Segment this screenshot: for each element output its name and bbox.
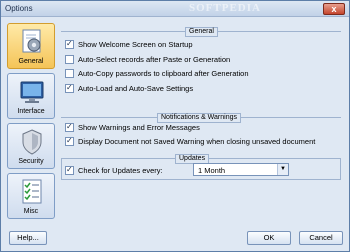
help-button[interactable]: Help...	[9, 231, 47, 245]
sidebar-item-misc[interactable]: Misc	[7, 173, 55, 219]
option-label: Auto-Load and Auto-Save Settings	[78, 84, 194, 93]
checklist-icon	[22, 179, 42, 204]
sidebar-item-label: Misc	[23, 208, 39, 215]
option-label: Auto-Select records after Paste or Gener…	[78, 55, 231, 64]
section-title-general: General	[185, 27, 218, 37]
sidebar-item-label: General	[18, 58, 44, 65]
checkbox[interactable]	[65, 165, 74, 175]
sidebar-item-interface[interactable]: Interface	[7, 73, 55, 119]
checkbox[interactable]	[65, 39, 74, 49]
window-title: Options	[5, 4, 33, 13]
gear-document-icon	[22, 29, 41, 53]
option-label: Show Welcome Screen on Startup	[78, 40, 193, 49]
option-label: Show Warnings and Error Messages	[78, 123, 200, 132]
checkbox[interactable]	[65, 136, 74, 146]
checkbox[interactable]	[65, 83, 74, 93]
option-label: Check for Updates every:	[78, 166, 163, 175]
checkbox[interactable]	[65, 69, 74, 78]
checkbox[interactable]	[65, 122, 74, 132]
cancel-button[interactable]: Cancel	[299, 231, 343, 245]
section-title-notifications: Notifications & Warnings	[157, 113, 241, 123]
sidebar: General Interface Security Misc	[7, 23, 55, 223]
checkbox[interactable]	[65, 55, 74, 64]
ok-button[interactable]: OK	[247, 231, 291, 245]
option-label: Display Document not Saved Warning when …	[78, 137, 316, 146]
sidebar-item-security[interactable]: Security	[7, 123, 55, 169]
options-window: Options SOFTPEDIA x General Interface Se…	[0, 0, 350, 252]
sidebar-item-label: Security	[18, 158, 44, 165]
update-interval-value: 1 Month	[198, 166, 226, 175]
sidebar-item-general[interactable]: General	[7, 23, 55, 69]
close-button[interactable]: x	[323, 3, 345, 15]
title-bar[interactable]: Options SOFTPEDIA x	[1, 1, 349, 17]
option-label: Auto-Copy passwords to clipboard after G…	[78, 69, 249, 78]
options-content: General Show Welcome Screen on Startup A…	[61, 25, 345, 225]
watermark: SOFTPEDIA	[189, 2, 261, 14]
update-interval-select[interactable]: 1 Month ▼	[193, 163, 289, 176]
monitor-icon	[20, 81, 44, 103]
sidebar-item-label: Interface	[17, 108, 45, 115]
shield-icon	[22, 129, 42, 155]
chevron-down-icon[interactable]: ▼	[277, 164, 288, 175]
